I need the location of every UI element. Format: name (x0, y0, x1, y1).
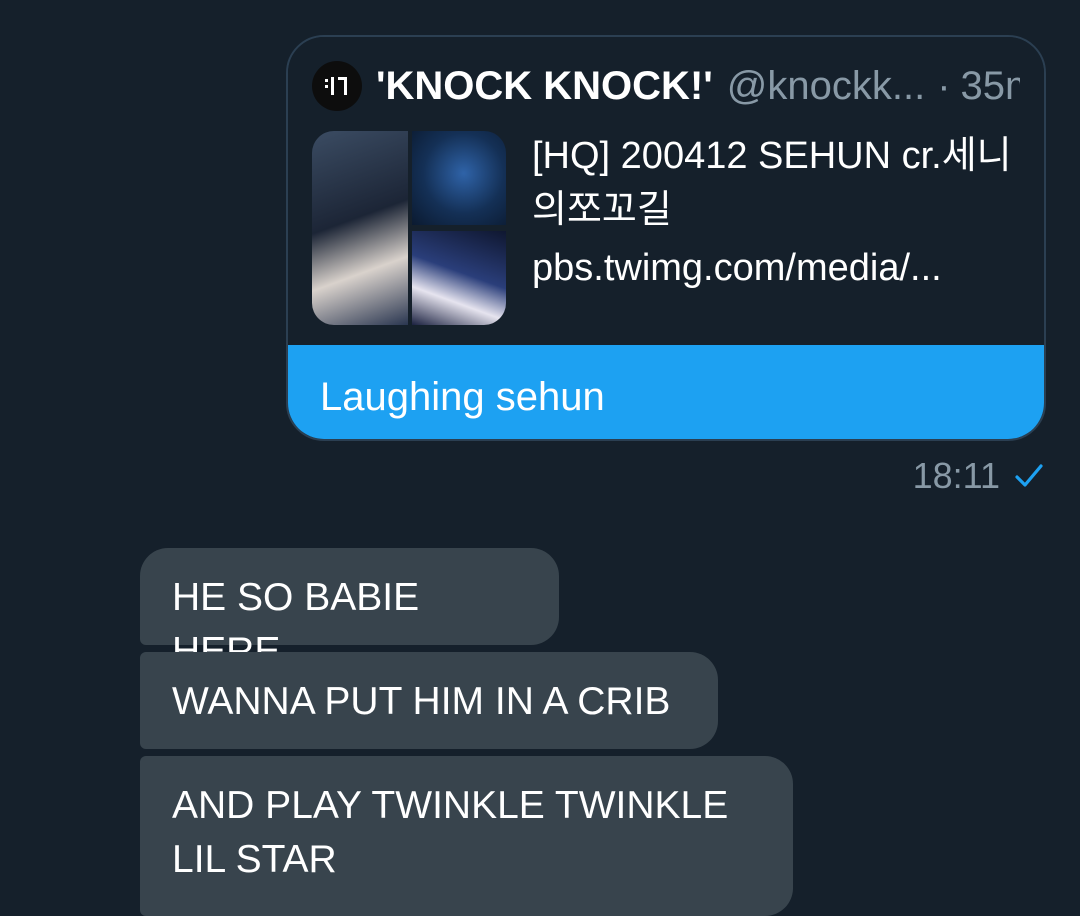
received-message-bubble[interactable]: AND PLAY TWINKLE TWINKLE LIL STAR (140, 756, 793, 916)
received-message-bubble[interactable]: WANNA PUT HIM IN A CRIB (140, 652, 718, 749)
tweet-preview[interactable]: 'KNOCK KNOCK!' @knockk... · 35m [HQ] 200… (288, 37, 1044, 345)
tweet-author-line: 'KNOCK KNOCK!' @knockk... · 35m (376, 61, 1020, 111)
avatar-logo-icon (325, 77, 347, 95)
sent-message-text: Laughing sehun (320, 375, 605, 419)
thumbnail-image-bottom-right (412, 231, 506, 325)
check-icon (1015, 464, 1043, 487)
thumbnail-image-main (312, 131, 408, 325)
shared-tweet-card[interactable]: 'KNOCK KNOCK!' @knockk... · 35m [HQ] 200… (286, 35, 1046, 441)
author-avatar (312, 61, 362, 111)
received-message-bubble[interactable]: HE SO BABIE HERE (140, 548, 559, 673)
thumbnail-image-top-right (412, 131, 506, 225)
author-name: 'KNOCK KNOCK!' (376, 63, 713, 108)
sent-message-bubble[interactable]: Laughing sehun (288, 345, 1044, 439)
message-timestamp: 18:11 (912, 455, 1000, 496)
received-message-text: AND PLAY TWINKLE TWINKLE LIL STAR (172, 784, 729, 881)
separator-dot: · (937, 63, 951, 108)
tweet-time-ago: 35m (960, 63, 1020, 108)
link-title[interactable]: [HQ] 200412 SEHUN cr.세니의쪼꼬길 (532, 129, 1022, 237)
link-url[interactable]: pbs.twimg.com/media/... (532, 241, 1022, 295)
sent-message-meta: 18:11 (913, 454, 1044, 498)
author-handle: @knockk... (726, 63, 926, 108)
received-message-text: WANNA PUT HIM IN A CRIB (172, 680, 671, 723)
link-thumbnail[interactable] (312, 131, 506, 325)
